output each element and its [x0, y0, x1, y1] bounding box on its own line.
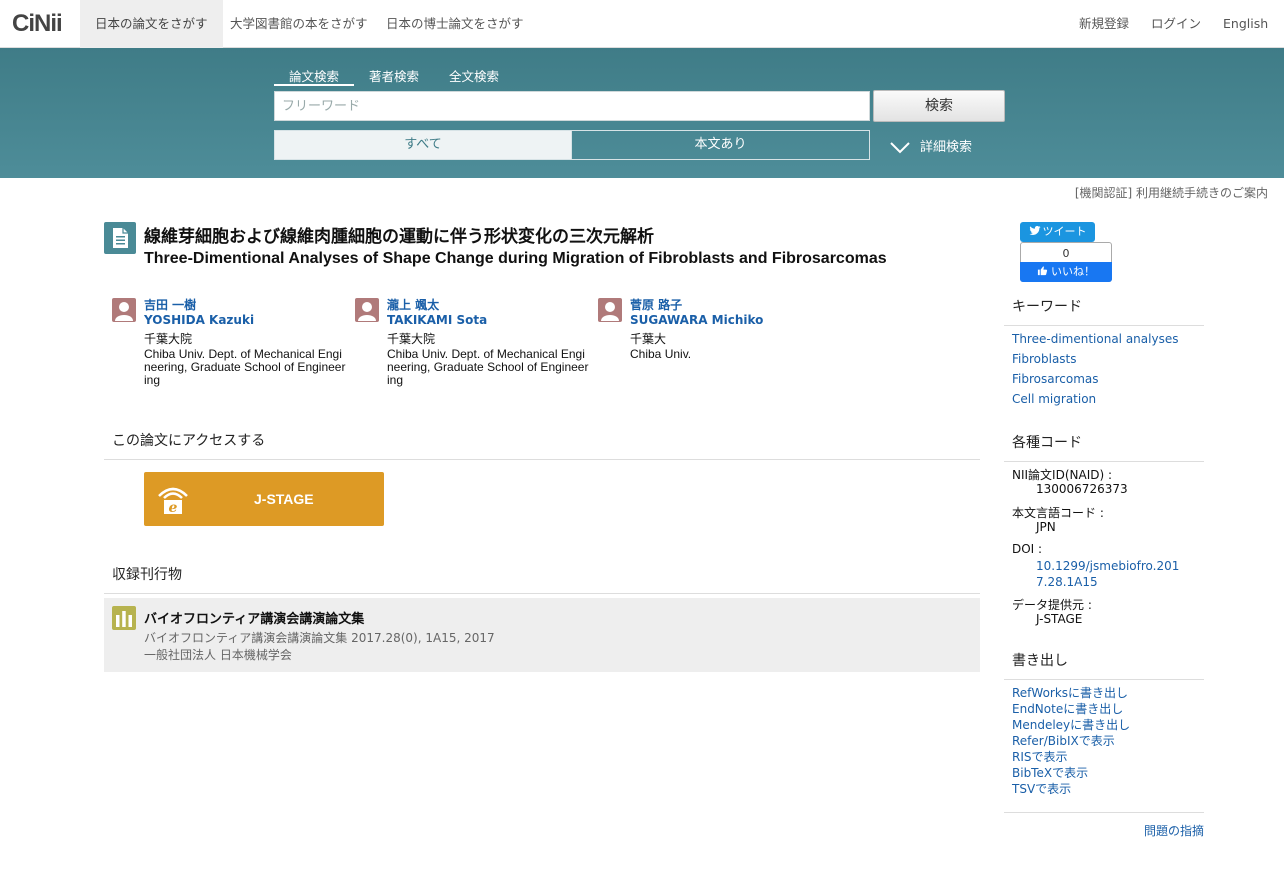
like-button[interactable]: いいね！: [1020, 262, 1112, 282]
search-band: 論文検索 著者検索 全文検索 検索 すべて 本文あり 詳細検索: [0, 48, 1284, 178]
codes-heading: 各種コード: [1004, 432, 1204, 462]
report-problem-link[interactable]: 問題の指摘: [1144, 822, 1204, 839]
export-bibtex-link[interactable]: BibTeXで表示: [1012, 764, 1088, 781]
register-link[interactable]: 新規登録: [1079, 0, 1129, 48]
language-code-value: JPN: [1036, 520, 1056, 534]
keyword-link[interactable]: Fibroblasts: [1012, 352, 1077, 366]
article-title-en: Three-Dimentional Analyses of Shape Chan…: [144, 250, 887, 267]
author-affiliation-ja: 千葉大院: [144, 332, 193, 346]
english-link[interactable]: English: [1223, 0, 1268, 48]
keyword-link[interactable]: Fibrosarcomas: [1012, 372, 1099, 386]
journal-title-link[interactable]: バイオフロンティア講演会講演論文集: [144, 608, 364, 627]
naid-label: NII論文ID(NAID) :: [1012, 468, 1113, 482]
login-link[interactable]: ログイン: [1151, 0, 1201, 48]
like-count: 0: [1062, 247, 1070, 260]
keywords-heading: キーワード: [1004, 296, 1204, 326]
journal-meta: バイオフロンティア講演会講演論文集 2017.28(0), 1A15, 2017: [144, 631, 495, 645]
author-name-link[interactable]: 菅原 路子 SUGAWARA Michiko: [630, 298, 763, 328]
author-name-en: TAKIKAMI Sota: [387, 313, 488, 327]
tweet-label: ツイート: [1042, 225, 1087, 238]
bar-chart-icon: [112, 606, 136, 630]
doi-link[interactable]: 10.1299/jsmebiofro.2017.28.1A15: [1036, 558, 1186, 590]
filter-fulltext-button[interactable]: 本文あり: [571, 130, 870, 160]
institution-notice-link[interactable]: [機関認証] 利用継続手続きのご案内: [1075, 184, 1268, 201]
chevron-down-icon: [890, 141, 910, 153]
jstage-logo-icon: e: [158, 487, 188, 516]
author-avatar-icon: [112, 298, 136, 322]
keyword-link[interactable]: Three-dimentional analyses: [1012, 332, 1178, 346]
search-button[interactable]: 検索: [873, 90, 1005, 122]
data-provider-value: J-STAGE: [1036, 612, 1083, 626]
article-title-ja: 線維芽細胞および線維肉腫細胞の運動に伴う形状変化の三次元解析: [144, 227, 654, 247]
author-name-ja: 吉田 一樹: [144, 298, 197, 312]
search-tab-fulltext[interactable]: 全文検索: [434, 66, 514, 86]
author-affiliation-en: Chiba Univ. Dept. of Mechanical Engineer…: [387, 347, 589, 387]
document-icon: [104, 222, 136, 254]
author-name-en: SUGAWARA Michiko: [630, 313, 764, 327]
tab-search-dissertations[interactable]: 日本の博士論文をさがす: [371, 0, 539, 48]
search-tab-papers[interactable]: 論文検索: [274, 66, 354, 86]
filter-all-button[interactable]: すべて: [274, 130, 572, 160]
top-navigation: CiNii 日本の論文をさがす 大学図書館の本をさがす 日本の博士論文をさがす …: [0, 0, 1284, 48]
twitter-bird-icon: [1029, 226, 1040, 235]
naid-value: 130006726373: [1036, 482, 1128, 496]
tab-search-books[interactable]: 大学図書館の本をさがす: [215, 0, 383, 48]
export-endnote-link[interactable]: EndNoteに書き出し: [1012, 700, 1123, 717]
author-name-ja: 菅原 路子: [630, 298, 683, 312]
export-ris-link[interactable]: RISで表示: [1012, 748, 1068, 765]
journal-publisher: 一般社団法人 日本機械学会: [144, 648, 292, 662]
advanced-search-toggle[interactable]: 詳細検索: [890, 136, 973, 155]
author-avatar-icon: [355, 298, 379, 322]
export-mendeley-link[interactable]: Mendeleyに書き出し: [1012, 716, 1130, 733]
author-name-en: YOSHIDA Kazuki: [144, 313, 255, 327]
tab-search-papers[interactable]: 日本の論文をさがす: [80, 0, 223, 48]
jstage-label: J-STAGE: [254, 491, 314, 507]
doi-label: DOI :: [1012, 542, 1043, 556]
journal-card: バイオフロンティア講演会講演論文集 バイオフロンティア講演会講演論文集 2017…: [104, 598, 980, 672]
language-code-label: 本文言語コード :: [1012, 506, 1104, 520]
author-name-ja: 瀧上 颯太: [387, 298, 440, 312]
author-avatar-icon: [598, 298, 622, 322]
author-affiliation-ja: 千葉大院: [387, 332, 436, 346]
svg-text:e: e: [169, 500, 178, 516]
like-label: いいね！: [1051, 265, 1095, 278]
access-heading: この論文にアクセスする: [104, 430, 980, 460]
author-affiliation-ja: 千葉大: [630, 332, 667, 346]
sidebar-divider: [1004, 812, 1204, 813]
data-provider-label: データ提供元 :: [1012, 598, 1092, 612]
keyword-link[interactable]: Cell migration: [1012, 392, 1096, 406]
author-name-link[interactable]: 瀧上 颯太 TAKIKAMI Sota: [387, 298, 487, 328]
author-affiliation-en: Chiba Univ.: [630, 347, 692, 361]
export-tsv-link[interactable]: TSVで表示: [1012, 780, 1071, 797]
search-input[interactable]: [274, 91, 870, 121]
export-heading: 書き出し: [1004, 650, 1204, 680]
cinii-logo[interactable]: CiNii: [12, 11, 63, 37]
journal-heading: 収録刊行物: [104, 564, 980, 594]
search-tab-authors[interactable]: 著者検索: [354, 66, 434, 86]
thumbs-up-icon: [1037, 266, 1048, 276]
jstage-button[interactable]: e J-STAGE: [144, 472, 384, 526]
tweet-button[interactable]: ツイート: [1020, 222, 1095, 242]
author-affiliation-en: Chiba Univ. Dept. of Mechanical Engineer…: [144, 347, 346, 387]
export-refworks-link[interactable]: RefWorksに書き出し: [1012, 684, 1128, 701]
export-refer-link[interactable]: Refer/BibIXで表示: [1012, 732, 1115, 749]
advanced-search-label: 詳細検索: [920, 140, 973, 155]
author-name-link[interactable]: 吉田 一樹 YOSHIDA Kazuki: [144, 298, 254, 328]
